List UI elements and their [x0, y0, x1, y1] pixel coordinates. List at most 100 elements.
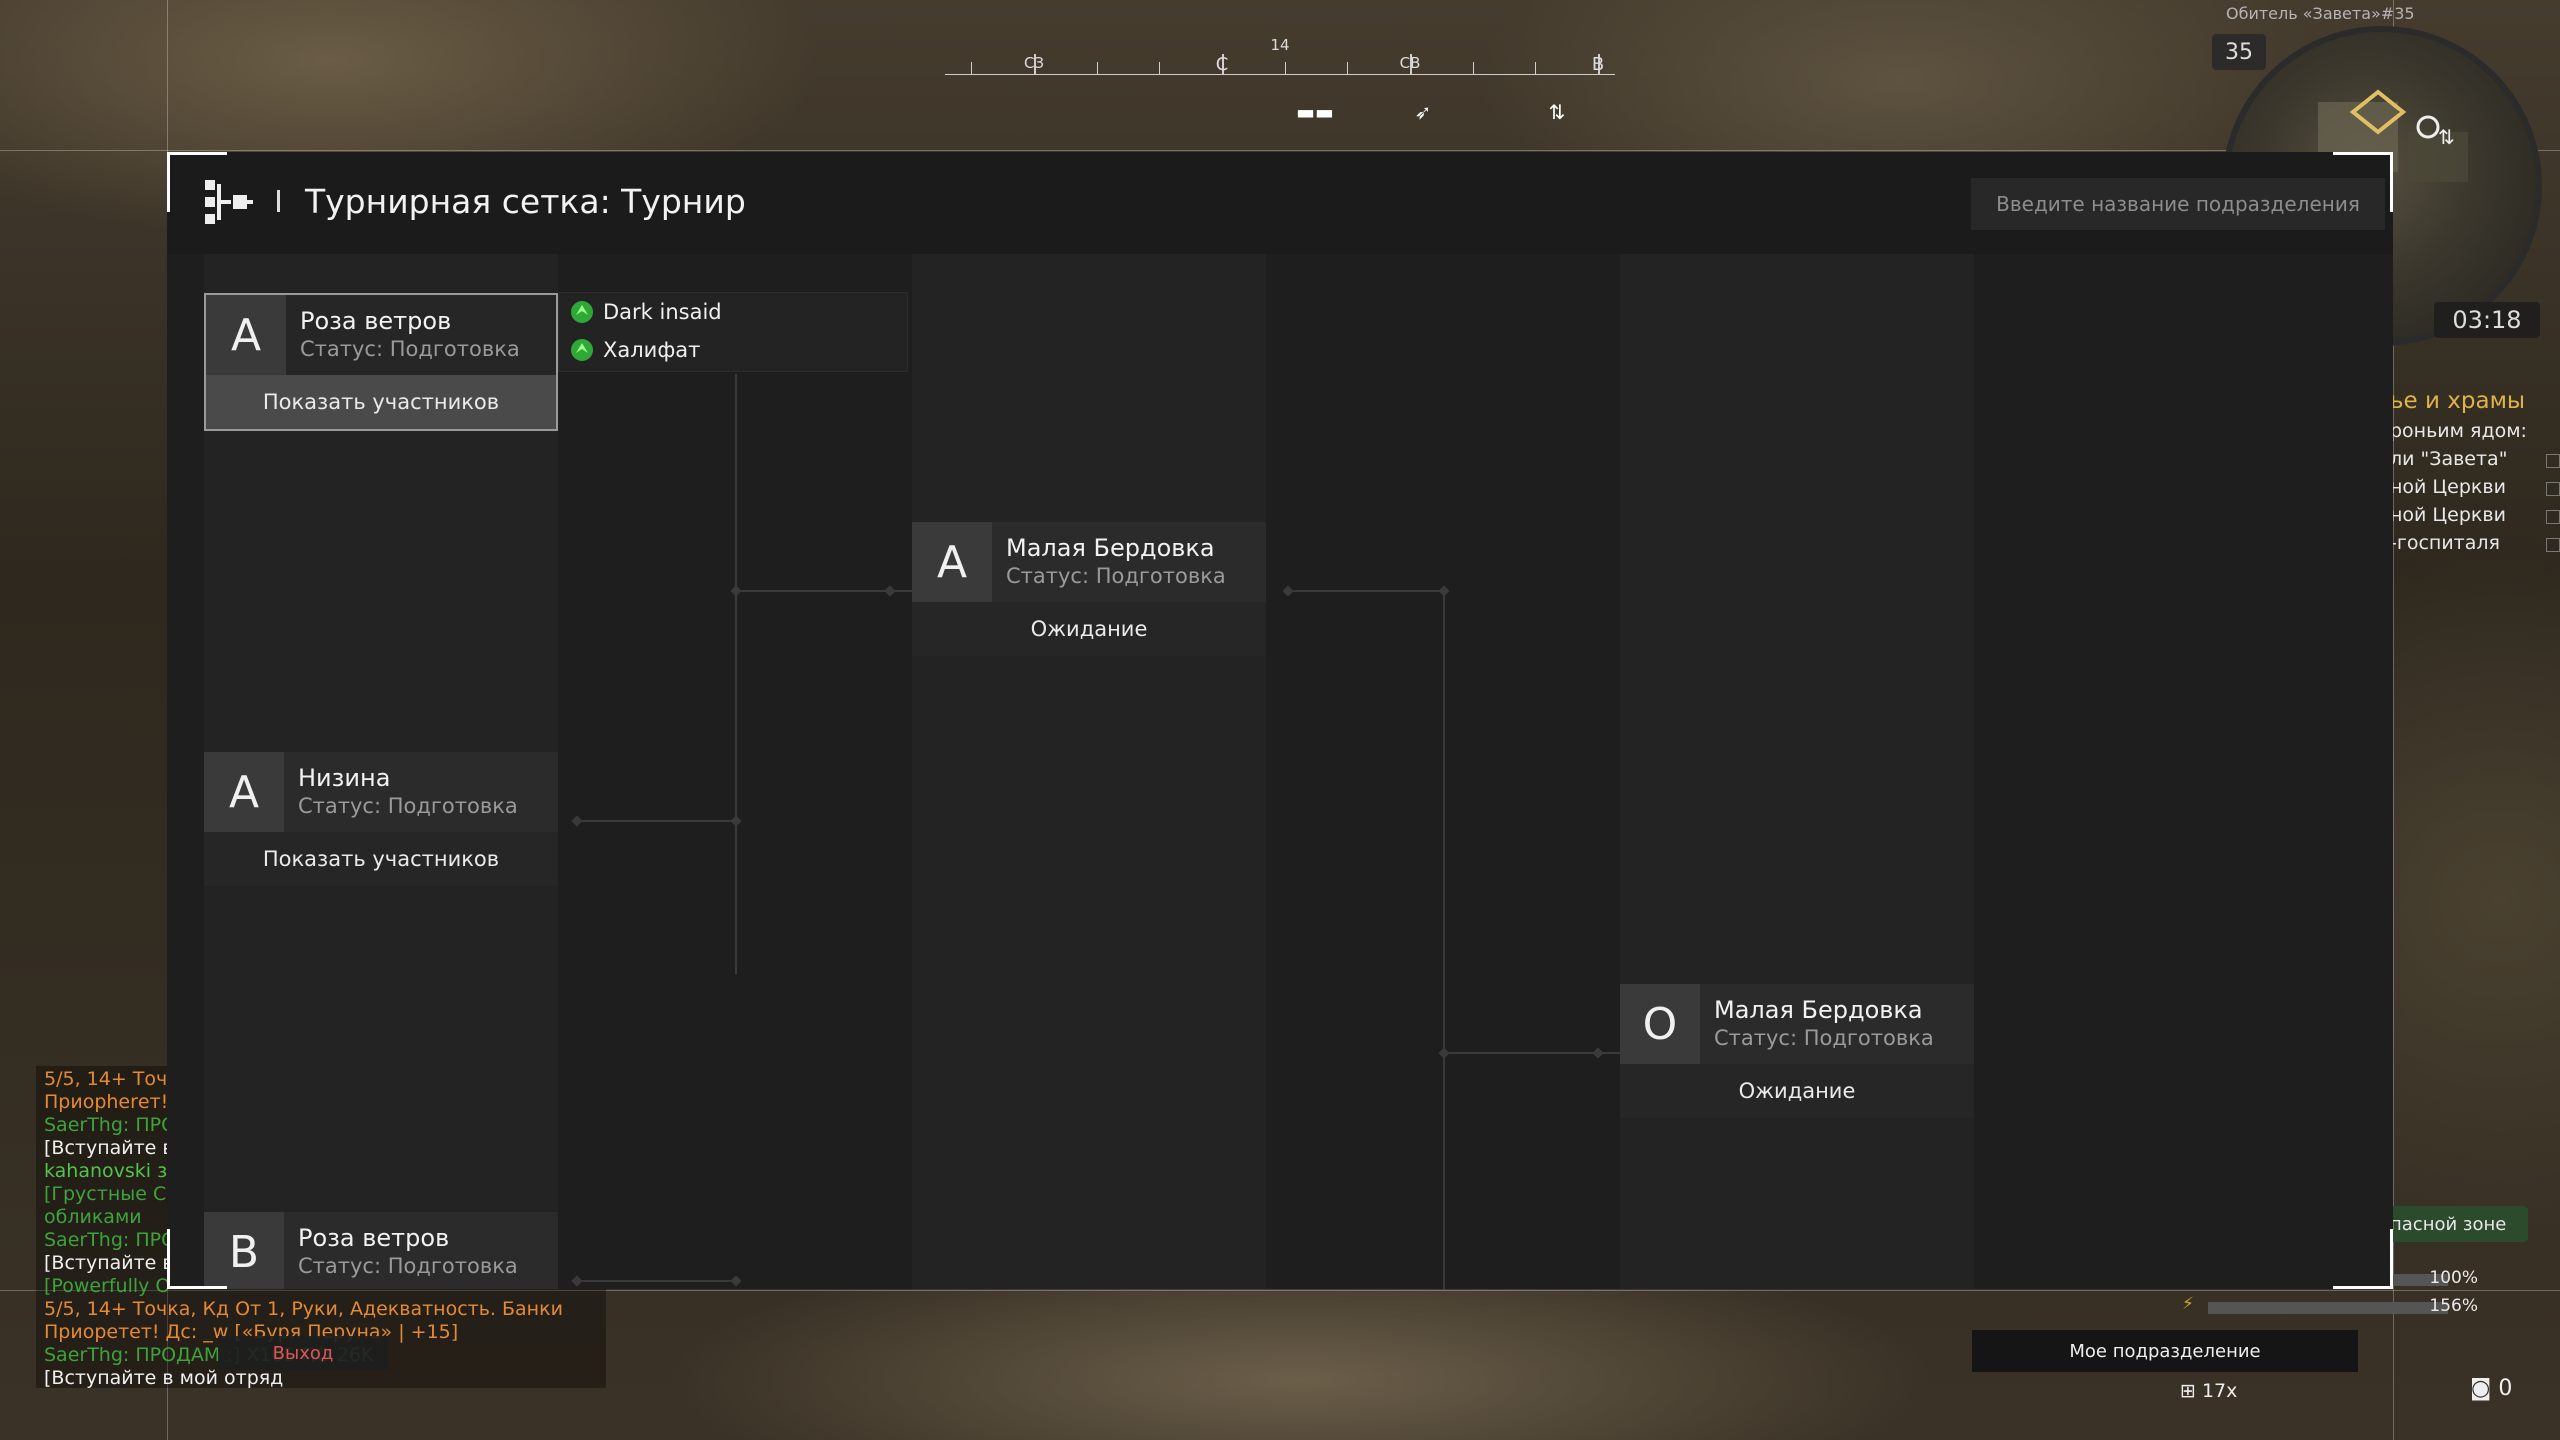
- connector-node: [1592, 1047, 1604, 1059]
- ammo-value: 17x: [2201, 1380, 2238, 1402]
- quest-subtitle-text: роньим ядом:: [2390, 420, 2527, 442]
- member-row: Халифат: [559, 331, 907, 369]
- header-separator: [277, 190, 280, 212]
- team-name: Низина: [298, 764, 391, 792]
- compass-tick: [1285, 62, 1286, 74]
- bracket-connector: [577, 820, 737, 822]
- bracket-connector: [735, 374, 737, 974]
- team-card-header: O Малая Бердовка Статус: Подготовка: [1620, 984, 1974, 1064]
- quest-objective-text: ной Церкви: [2390, 504, 2506, 526]
- team-status: Статус: Подготовка: [1006, 564, 1226, 588]
- panel-corner: [167, 152, 227, 212]
- quest-objective: ной Церкви: [2390, 504, 2560, 532]
- chat-message: [Вступайте в мой отряд: [44, 1367, 284, 1388]
- vehicle-marker-icon: ▬▬: [1296, 100, 1334, 124]
- map-level-badge: 35: [2212, 34, 2266, 70]
- compass-label-nw: СЗ: [1023, 54, 1045, 72]
- grenade-value: 0: [2498, 1376, 2513, 1401]
- checkbox-icon: [2546, 454, 2560, 468]
- compass-label-e: В: [1591, 54, 1605, 75]
- quest-subtitle: роньим ядом:: [2390, 420, 2560, 448]
- team-status: Статус: Подготовка: [300, 337, 520, 361]
- panel-corner: [167, 1229, 227, 1289]
- tournament-panel: Турнирная сетка: Турнир A Роза ветров Ст…: [167, 152, 2393, 1289]
- member-rank-icon: [571, 301, 593, 323]
- squad-search-input[interactable]: [1971, 178, 2385, 230]
- team-name: Роза ветров: [298, 1224, 450, 1252]
- stamina-bar: ⚡ 156%: [2176, 1294, 2506, 1318]
- round-column-3: [1620, 254, 1974, 1289]
- quest-objective: -госпиталя: [2390, 532, 2560, 560]
- quest-objective-text: ли "Завета": [2390, 448, 2508, 470]
- ammo-counter: ⊞ 17x: [2180, 1380, 2237, 1402]
- checkbox-icon: [2546, 510, 2560, 524]
- members-popup: Dark insaid Халифат: [558, 292, 908, 372]
- quest-tracker: ье и храмы роньим ядом: ли "Завета" ной …: [2390, 388, 2560, 560]
- team-status: Статус: Подготовка: [1714, 1026, 1934, 1050]
- connector-node: [730, 815, 742, 827]
- compass-tick: [1347, 62, 1348, 74]
- team-info: Малая Бердовка Статус: Подготовка: [1700, 984, 1934, 1064]
- compass-tick: [1159, 62, 1160, 74]
- quest-objective-text: -госпиталя: [2390, 532, 2500, 554]
- connector-node: [571, 1275, 583, 1287]
- quest-objective: ной Церкви: [2390, 476, 2560, 504]
- compass-tick: [1535, 62, 1536, 74]
- compass-label-n: С: [1215, 54, 1229, 75]
- exit-button[interactable]: Выход: [218, 1336, 388, 1370]
- bracket-team-card[interactable]: A Малая Бердовка Статус: Подготовка Ожид…: [912, 522, 1266, 656]
- bracket-team-card[interactable]: B Роза ветров Статус: Подготовка: [204, 1212, 558, 1289]
- quest-title: ье и храмы: [2390, 388, 2526, 414]
- compass-tick: [971, 62, 972, 74]
- bracket-connector: [1443, 590, 1445, 1289]
- round-column-2: [912, 254, 1266, 1289]
- member-name: Dark insaid: [603, 300, 722, 324]
- team-info: Низина Статус: Подготовка: [284, 752, 518, 832]
- connector-node: [884, 585, 896, 597]
- team-status: Статус: Подготовка: [298, 1254, 518, 1278]
- map-clock: 03:18: [2434, 302, 2540, 338]
- bracket-connector: [1287, 590, 1445, 592]
- compass: СЗ С 14 СВ В ▬▬ ➶ ⇅: [945, 28, 1615, 124]
- team-name: Роза ветров: [300, 307, 452, 335]
- tool-marker-icon: ➶: [1414, 100, 1432, 124]
- bracket-team-card[interactable]: A Низина Статус: Подготовка Показать уча…: [204, 752, 558, 886]
- plus-box-icon: ⊞: [2180, 1380, 2196, 1402]
- connector-node: [730, 585, 742, 597]
- chat-message: 5/5, 14+ Точка, Кд От 1, Руки, Адекватно…: [44, 1298, 563, 1320]
- compass-tick: [1473, 62, 1474, 74]
- team-card-header: A Малая Бердовка Статус: Подготовка: [912, 522, 1266, 602]
- connector-node: [571, 815, 583, 827]
- my-squad-button[interactable]: Мое подразделение: [1972, 1330, 2358, 1372]
- grenade-icon: ◙: [2470, 1376, 2492, 1401]
- team-name: Малая Бердовка: [1714, 996, 1923, 1024]
- connector-node: [1282, 585, 1294, 597]
- panel-corner: [2333, 152, 2393, 212]
- danger-zone-indicator: пасной зоне: [2384, 1206, 2528, 1242]
- member-rank-icon: [571, 339, 593, 361]
- team-group-letter: A: [206, 295, 286, 375]
- compass-label-ne: СВ: [1399, 54, 1421, 72]
- page-title: Турнирная сетка: Турнир: [305, 182, 746, 221]
- compass-tick: [1097, 62, 1098, 74]
- svg-text:⇅: ⇅: [2438, 125, 2455, 149]
- member-name: Халифат: [603, 338, 701, 362]
- team-card-header: A Роза ветров Статус: Подготовка: [206, 295, 556, 375]
- bracket-team-card[interactable]: O Малая Бердовка Статус: Подготовка Ожид…: [1620, 984, 1974, 1118]
- member-row: Dark insaid: [559, 293, 907, 331]
- show-members-button[interactable]: Показать участников: [204, 832, 558, 886]
- connector-node: [730, 1275, 742, 1287]
- show-members-button[interactable]: Показать участников: [206, 375, 556, 429]
- team-name: Малая Бердовка: [1006, 534, 1215, 562]
- lightning-icon: ⚡: [2182, 1294, 2194, 1314]
- panel-corner: [2333, 1229, 2393, 1289]
- team-group-letter: A: [912, 522, 992, 602]
- bracket-team-card[interactable]: A Роза ветров Статус: Подготовка Показат…: [204, 293, 558, 431]
- team-card-header: A Низина Статус: Подготовка: [204, 752, 558, 832]
- team-card-header: B Роза ветров Статус: Подготовка: [204, 1212, 558, 1289]
- checkbox-icon: [2546, 538, 2560, 552]
- team-info: Роза ветров Статус: Подготовка: [286, 295, 520, 375]
- guide-line-top: [0, 150, 2560, 151]
- compass-heading: 14: [1270, 36, 1290, 54]
- quest-objective-text: ной Церкви: [2390, 476, 2506, 498]
